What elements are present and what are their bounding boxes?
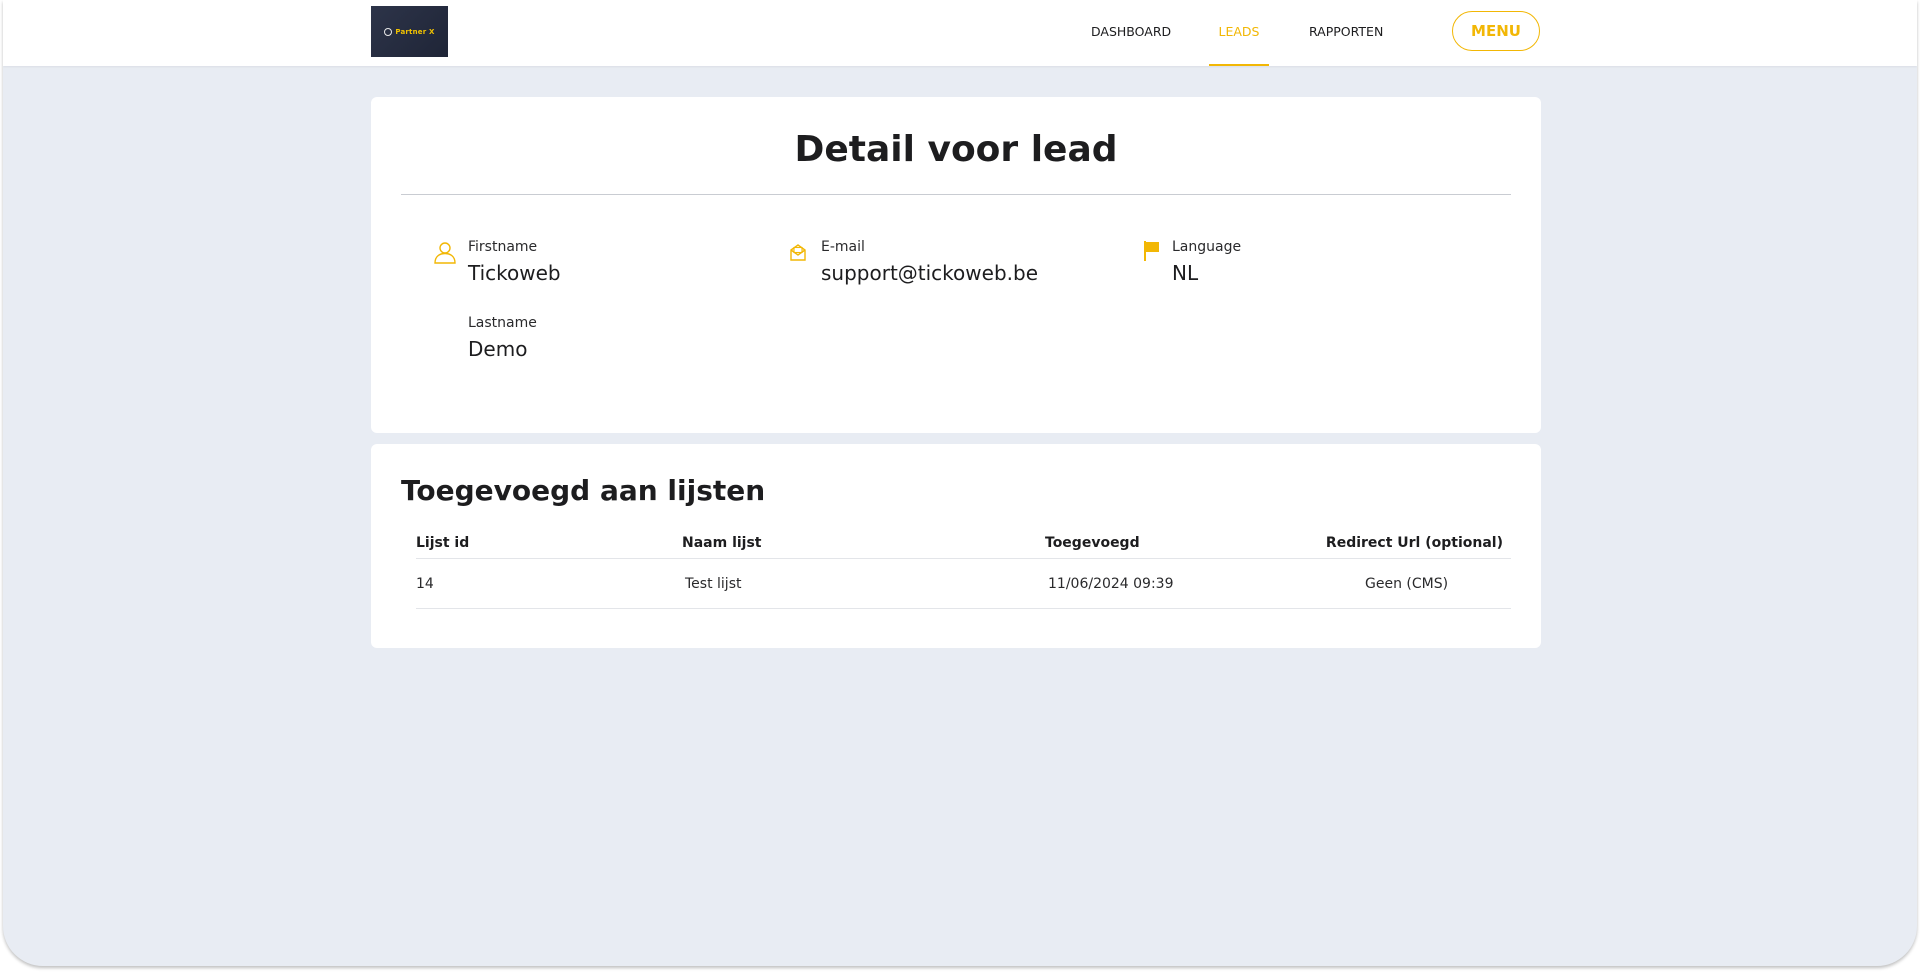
lastname-label: Lastname	[468, 315, 537, 331]
partner-logo[interactable]: Partner X	[371, 6, 448, 57]
cell-toegevoegd: 11/06/2024 09:39	[1048, 575, 1174, 592]
column-header-toegevoegd: Toegevoegd	[1045, 535, 1140, 551]
cell-lijst-id: 14	[416, 575, 434, 592]
cell-redirect-url: Geen (CMS)	[1365, 575, 1449, 592]
title-divider	[401, 194, 1511, 195]
flag-icon	[1143, 240, 1161, 266]
email-value: support@tickoweb.be	[821, 261, 1039, 285]
envelope-icon	[789, 242, 807, 266]
nav-dashboard[interactable]: DASHBOARD	[1091, 0, 1171, 66]
top-navigation-bar: Partner X DASHBOARD LEADS RAPPORTEN MENU	[3, 0, 1917, 66]
column-header-redirect-url: Redirect Url (optional)	[1325, 535, 1503, 551]
lead-detail-card: Detail voor lead Firstname Tickoweb Last…	[371, 97, 1541, 433]
firstname-label: Firstname	[468, 239, 538, 255]
lists-card: Toegevoegd aan lijsten Lijst id Naam lij…	[371, 444, 1541, 648]
language-value: NL	[1172, 261, 1199, 285]
email-label: E-mail	[821, 239, 865, 255]
language-label: Language	[1172, 239, 1242, 255]
email-field: E-mail support@tickoweb.be	[821, 239, 1038, 285]
firstname-field: Firstname Tickoweb	[468, 239, 561, 285]
lastname-value: Demo	[468, 337, 528, 361]
menu-button[interactable]: MENU	[1452, 11, 1540, 51]
user-icon	[433, 240, 457, 268]
table-header-row: Lijst id Naam lijst Toegevoegd Redirect …	[416, 528, 1511, 559]
table-row[interactable]: 14 Test lijst 11/06/2024 09:39 Geen (CMS…	[416, 559, 1511, 609]
language-field: Language NL	[1172, 239, 1241, 285]
nav-leads[interactable]: LEADS	[1209, 0, 1269, 66]
page-title: Detail voor lead	[794, 129, 1118, 170]
cell-naam-lijst: Test lijst	[685, 575, 742, 592]
app-frame: Partner X DASHBOARD LEADS RAPPORTEN MENU…	[3, 0, 1917, 966]
lists-table: Lijst id Naam lijst Toegevoegd Redirect …	[416, 528, 1511, 609]
nav-rapporten[interactable]: RAPPORTEN	[1309, 0, 1383, 66]
gear-icon	[384, 27, 393, 36]
column-header-naam-lijst: Naam lijst	[682, 535, 762, 551]
section-title: Toegevoegd aan lijsten	[401, 474, 766, 507]
lastname-field: Lastname Demo	[468, 315, 537, 361]
column-header-lijst-id: Lijst id	[416, 535, 470, 551]
logo-text: Partner X	[395, 27, 435, 36]
firstname-value: Tickoweb	[468, 261, 561, 285]
